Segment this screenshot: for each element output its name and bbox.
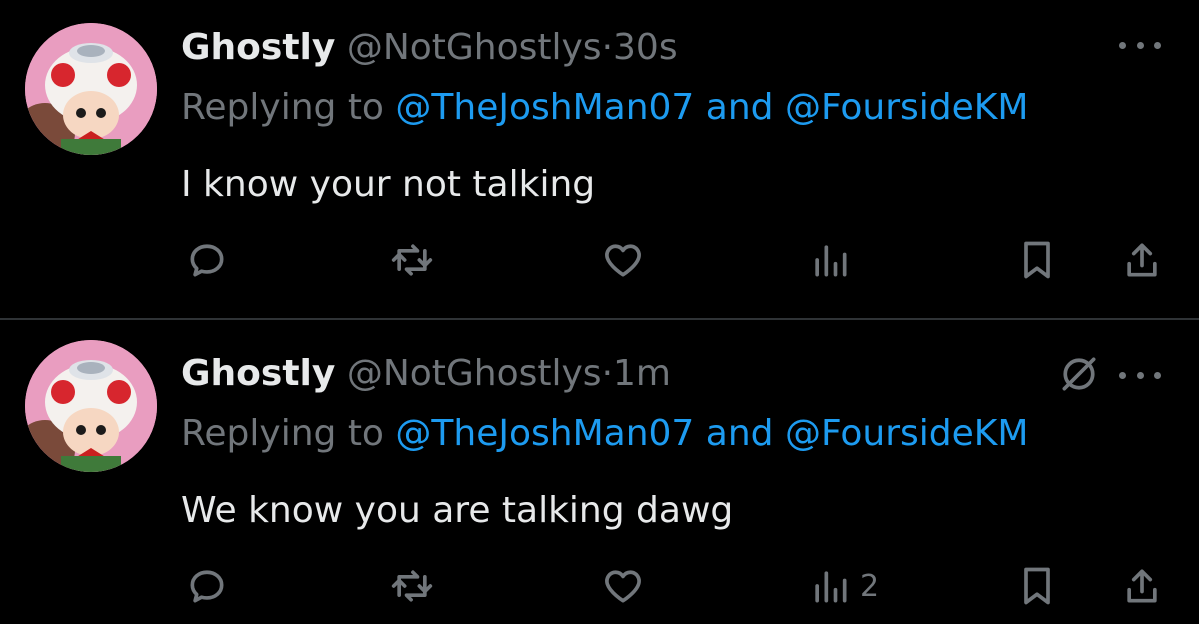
share-button[interactable] [1120, 230, 1164, 290]
mention-link[interactable]: @TheJoshMan07 [395, 413, 694, 454]
separator: · [601, 27, 614, 68]
bookmark-icon [1024, 241, 1050, 279]
reply-icon [190, 244, 224, 277]
tweet-header: Ghostly @NotGhostlys·1m [181, 352, 671, 396]
share-button[interactable] [1120, 556, 1164, 616]
tweet[interactable]: Ghostly @NotGhostlys·30s Replying to @Th… [0, 0, 1199, 318]
like-button[interactable] [601, 556, 645, 616]
tweet[interactable]: Ghostly @NotGhostlys·1m Replying to @The… [0, 320, 1199, 624]
action-bar: 2 [0, 556, 1199, 616]
views-count: 2 [860, 568, 880, 604]
hidden-reply-icon[interactable] [1057, 352, 1101, 396]
avatar[interactable] [25, 340, 157, 472]
tweet-text: I know your not talking [181, 164, 596, 205]
bookmark-button[interactable] [1015, 556, 1059, 616]
timestamp[interactable]: 1m [613, 353, 671, 394]
avatar-image [25, 23, 157, 155]
retweet-icon [391, 570, 433, 602]
user-handle[interactable]: @NotGhostlys [347, 27, 602, 68]
tweet-header: Ghostly @NotGhostlys·30s [181, 26, 678, 70]
like-icon [605, 570, 641, 603]
separator: · [601, 353, 614, 394]
avatar[interactable] [25, 23, 157, 155]
replying-prefix: Replying to [181, 413, 384, 454]
share-icon [1127, 243, 1157, 277]
reply-icon [190, 570, 224, 603]
action-bar [0, 230, 1199, 290]
bookmark-icon [1024, 567, 1050, 605]
mention-link[interactable]: @FoursideKM [785, 413, 1029, 454]
mention-link[interactable]: @TheJoshMan07 [395, 87, 694, 128]
tweet-text: We know you are talking dawg [181, 490, 734, 531]
views-icon [815, 571, 847, 603]
retweet-button[interactable] [390, 556, 434, 616]
avatar-image [25, 340, 157, 472]
replying-to: Replying to @TheJoshMan07 and @FoursideK… [181, 86, 1028, 130]
more-icon[interactable] [1119, 368, 1161, 382]
mention-join: and [705, 87, 774, 128]
replying-to: Replying to @TheJoshMan07 and @FoursideK… [181, 412, 1028, 456]
user-handle[interactable]: @NotGhostlys [347, 353, 602, 394]
more-icon[interactable] [1119, 38, 1161, 52]
mention-link[interactable]: @FoursideKM [785, 87, 1029, 128]
views-button[interactable] [808, 230, 860, 290]
retweet-button[interactable] [390, 230, 434, 290]
display-name[interactable]: Ghostly [181, 27, 335, 68]
reply-button[interactable] [185, 556, 229, 616]
mention-join: and [705, 413, 774, 454]
timestamp[interactable]: 30s [613, 27, 678, 68]
share-icon [1127, 569, 1157, 603]
retweet-icon [391, 244, 433, 276]
bookmark-button[interactable] [1015, 230, 1059, 290]
views-icon [815, 245, 847, 277]
like-icon [605, 244, 641, 277]
views-button[interactable]: 2 [808, 556, 879, 616]
reply-button[interactable] [185, 230, 229, 290]
display-name[interactable]: Ghostly [181, 353, 335, 394]
like-button[interactable] [601, 230, 645, 290]
replying-prefix: Replying to [181, 87, 384, 128]
